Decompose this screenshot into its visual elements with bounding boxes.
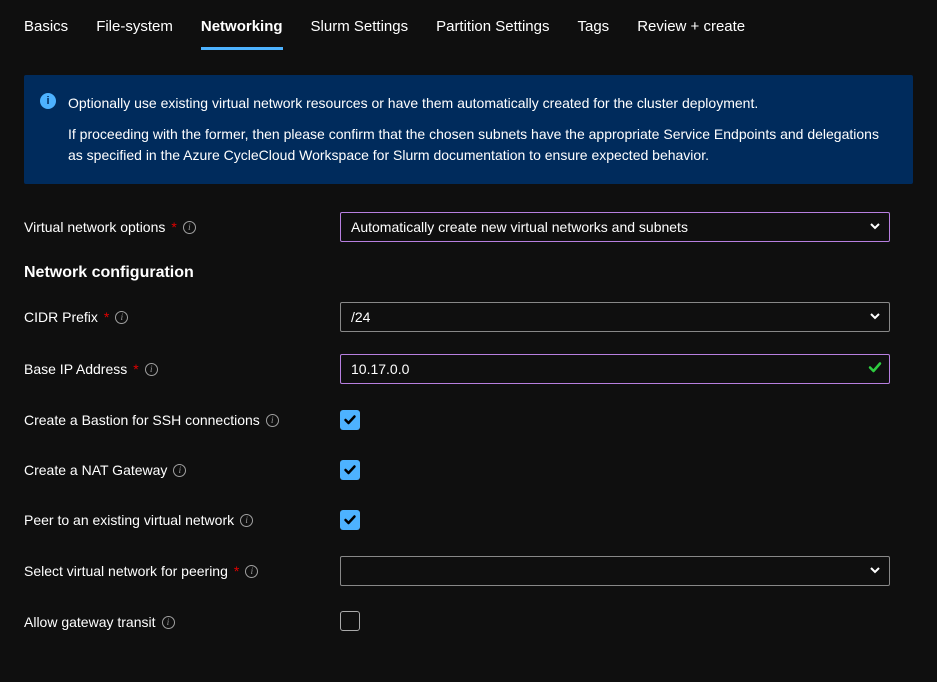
nat-label: Create a NAT Gateway i <box>24 462 340 478</box>
info-text-2: If proceeding with the former, then plea… <box>68 124 893 166</box>
cidr-label: CIDR Prefix * i <box>24 309 340 325</box>
required-indicator: * <box>104 309 109 325</box>
help-icon[interactable]: i <box>145 363 158 376</box>
required-indicator: * <box>234 563 239 579</box>
help-icon[interactable]: i <box>183 221 196 234</box>
peer-select-label: Select virtual network for peering * i <box>24 563 340 579</box>
peer-checkbox[interactable] <box>340 510 360 530</box>
label-text: Peer to an existing virtual network <box>24 512 234 528</box>
select-value: /24 <box>351 309 370 325</box>
section-title-network-config: Network configuration <box>24 264 913 282</box>
gateway-checkbox[interactable] <box>340 611 360 631</box>
row-bastion: Create a Bastion for SSH connections i <box>24 406 913 434</box>
label-text: Allow gateway transit <box>24 614 156 630</box>
row-peer: Peer to an existing virtual network i <box>24 506 913 534</box>
info-icon: i <box>40 93 56 109</box>
bastion-label: Create a Bastion for SSH connections i <box>24 412 340 428</box>
tabs-bar: Basics File-system Networking Slurm Sett… <box>0 0 937 51</box>
chevron-down-icon <box>869 563 881 579</box>
tab-tags[interactable]: Tags <box>578 18 610 50</box>
label-text: CIDR Prefix <box>24 309 98 325</box>
cidr-select[interactable]: /24 <box>340 302 890 332</box>
tab-slurm-settings[interactable]: Slurm Settings <box>311 18 409 50</box>
nat-checkbox[interactable] <box>340 460 360 480</box>
peer-vnet-select[interactable] <box>340 556 890 586</box>
bastion-checkbox[interactable] <box>340 410 360 430</box>
label-text: Create a Bastion for SSH connections <box>24 412 260 428</box>
label-text: Select virtual network for peering <box>24 563 228 579</box>
label-text: Virtual network options <box>24 219 165 235</box>
check-icon <box>868 361 882 378</box>
peer-label: Peer to an existing virtual network i <box>24 512 340 528</box>
gateway-label: Allow gateway transit i <box>24 614 340 630</box>
info-text-1: Optionally use existing virtual network … <box>68 93 893 114</box>
required-indicator: * <box>171 219 176 235</box>
tab-file-system[interactable]: File-system <box>96 18 173 50</box>
row-nat: Create a NAT Gateway i <box>24 456 913 484</box>
help-icon[interactable]: i <box>173 464 186 477</box>
help-icon[interactable]: i <box>266 414 279 427</box>
row-gateway: Allow gateway transit i <box>24 608 913 636</box>
base-ip-label: Base IP Address * i <box>24 361 340 377</box>
help-icon[interactable]: i <box>240 514 253 527</box>
chevron-down-icon <box>869 219 881 235</box>
row-base-ip: Base IP Address * i <box>24 354 913 384</box>
tab-networking[interactable]: Networking <box>201 18 283 50</box>
tab-content: i Optionally use existing virtual networ… <box>0 51 937 682</box>
required-indicator: * <box>133 361 138 377</box>
row-cidr: CIDR Prefix * i /24 <box>24 302 913 332</box>
base-ip-input[interactable] <box>340 354 890 384</box>
tab-basics[interactable]: Basics <box>24 18 68 50</box>
tab-partition-settings[interactable]: Partition Settings <box>436 18 549 50</box>
help-icon[interactable]: i <box>115 311 128 324</box>
vnet-options-select[interactable]: Automatically create new virtual network… <box>340 212 890 242</box>
tab-review-create[interactable]: Review + create <box>637 18 745 50</box>
chevron-down-icon <box>869 309 881 325</box>
help-icon[interactable]: i <box>245 565 258 578</box>
select-value: Automatically create new virtual network… <box>351 219 688 235</box>
label-text: Base IP Address <box>24 361 127 377</box>
row-vnet-options: Virtual network options * i Automaticall… <box>24 212 913 242</box>
row-peer-select: Select virtual network for peering * i <box>24 556 913 586</box>
label-text: Create a NAT Gateway <box>24 462 167 478</box>
help-icon[interactable]: i <box>162 616 175 629</box>
info-banner: i Optionally use existing virtual networ… <box>24 75 913 184</box>
vnet-options-label: Virtual network options * i <box>24 219 340 235</box>
